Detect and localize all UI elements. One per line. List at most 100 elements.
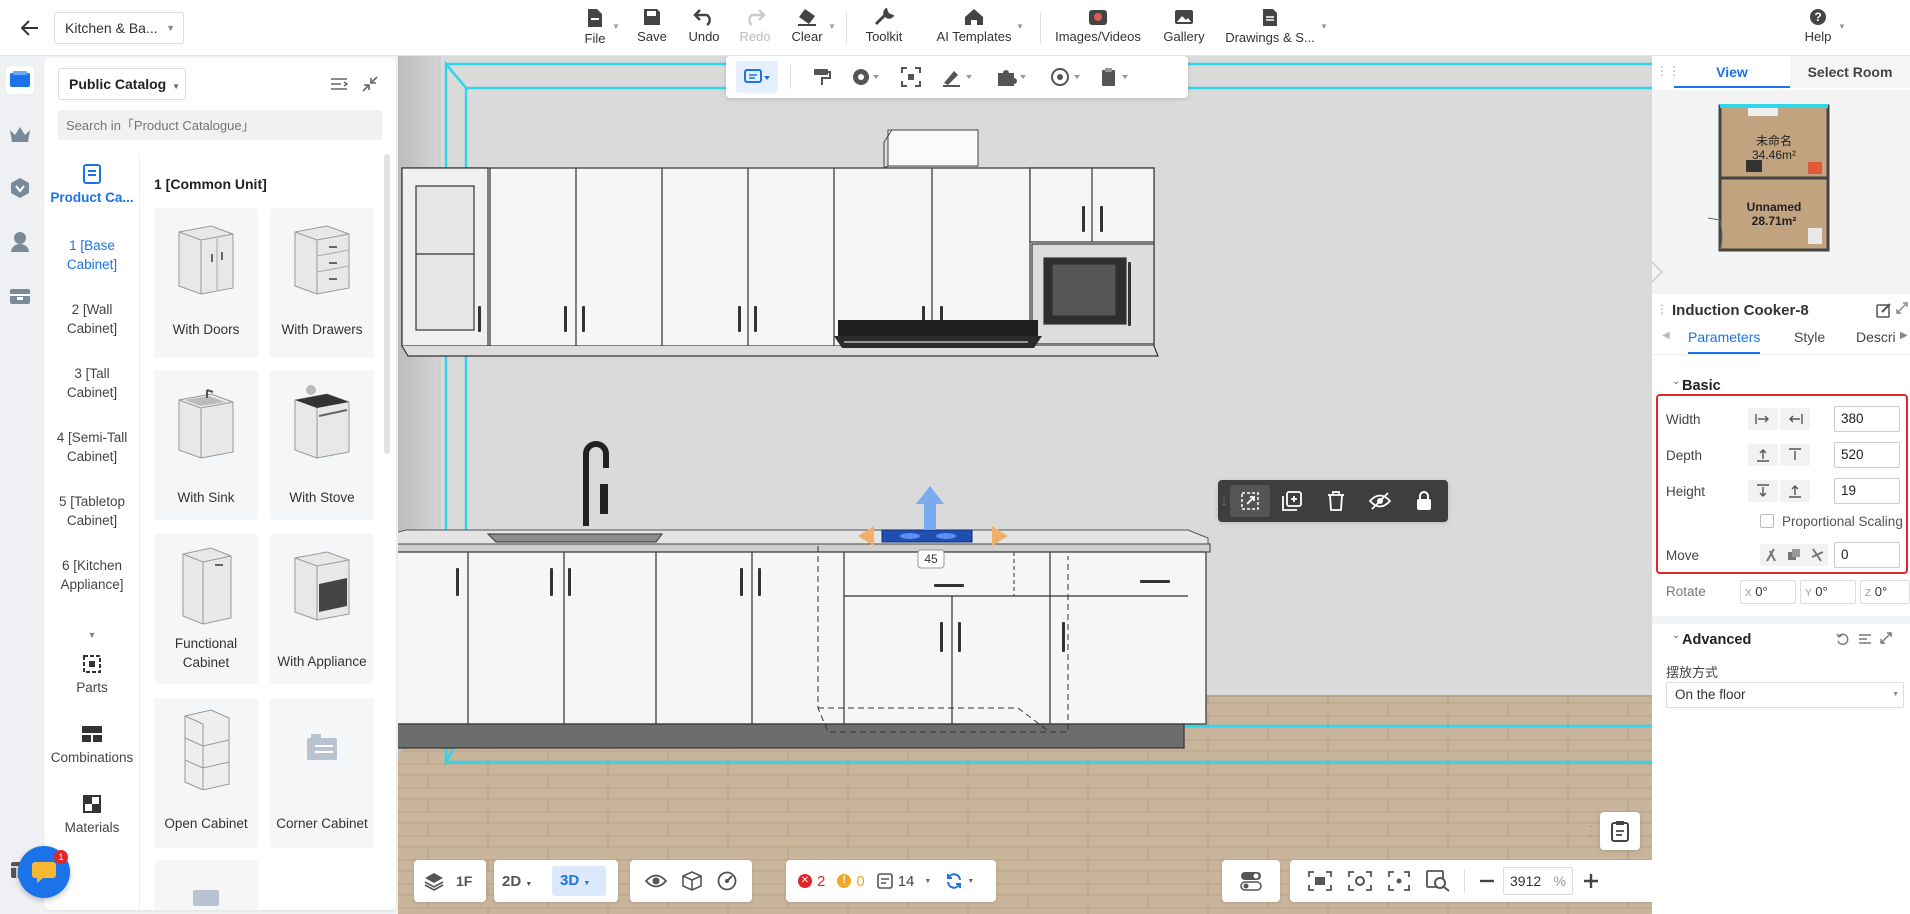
width-extend-right-icon[interactable] [1748,408,1778,430]
catalog-item-with-doors[interactable]: With Doors [154,208,258,358]
tab-scroll-right-icon[interactable]: ▶ [1900,330,1908,341]
nav-category-3[interactable]: 3 [Tall Cabinet] [44,364,140,402]
toggle-settings-button[interactable] [1222,860,1280,902]
3d-viewport[interactable]: 45 ⋮ ⋮ [398,56,1652,914]
drag-handle-icon[interactable]: ⋮ [1582,814,1600,848]
help-button[interactable]: ? Help [1802,8,1834,50]
zoom-out-icon[interactable] [1479,873,1495,889]
resize-icon[interactable] [1230,485,1270,517]
width-extend-left-icon[interactable] [1780,408,1810,430]
tab-view[interactable]: View [1674,56,1790,88]
hide-icon[interactable] [1358,492,1402,510]
badge-icon[interactable] [6,174,34,202]
rotate-y-input[interactable]: Y 0° [1800,580,1856,604]
zoom-search-icon[interactable] [1426,870,1450,892]
move-direction-buttons[interactable] [1760,544,1828,566]
proportional-scaling-checkbox[interactable] [1760,514,1774,528]
depth-extend-front-icon[interactable] [1780,444,1810,466]
collapse-list-icon[interactable] [330,76,348,92]
depth-input[interactable]: 520 [1834,442,1900,468]
clear-caret-icon[interactable]: ▼ [828,22,836,31]
height-input[interactable]: 19 [1834,478,1900,504]
paint-roller-icon[interactable] [803,67,841,87]
move-left-icon[interactable] [1764,548,1778,562]
crown-icon[interactable] [6,120,34,148]
nav-combinations[interactable]: Combinations [44,724,140,767]
room-label-2[interactable]: Unnamed 28.71m² [1728,200,1820,228]
gallery-button[interactable]: Gallery [1160,8,1208,50]
lock-icon[interactable] [1402,491,1446,511]
catalog-nav-icon[interactable] [6,66,34,94]
nav-category-6[interactable]: 6 [Kitchen Appliance] [44,556,140,594]
gauge-icon[interactable] [717,871,737,891]
room-label-1[interactable]: 未命名 34.46m² [1728,134,1820,162]
edit-icon[interactable] [1876,302,1892,318]
back-arrow-icon[interactable] [14,14,46,42]
target-icon[interactable] [1039,67,1093,87]
nav-materials[interactable]: Materials [44,794,140,837]
collapse-chevron-icon[interactable]: ⌄ [1672,376,1680,387]
tab-scroll-left-icon[interactable]: ◀ [1662,330,1670,341]
storage-icon[interactable] [6,282,34,310]
nav-product-catalog[interactable]: Product Ca... [44,164,140,207]
subtab-parameters[interactable]: Parameters [1688,324,1761,354]
catalog-item-functional-cabinet[interactable]: Functional Cabinet [154,534,258,684]
catalog-item-with-appliance[interactable]: With Appliance [270,534,374,684]
minimize-icon[interactable] [362,76,378,92]
toolkit-button[interactable]: Toolkit [862,8,906,50]
catalog-item-with-sink[interactable]: With Sink [154,370,258,520]
catalog-item-with-stove[interactable]: With Stove [270,370,374,520]
floor-selector[interactable]: 1F [414,860,486,902]
floorplan-map[interactable]: 未命名 34.46m² Unnamed 28.71m² [1652,90,1910,288]
select-tool-icon[interactable] [736,61,778,93]
depth-extend-back-icon[interactable] [1748,444,1778,466]
move-center-icon[interactable] [1787,548,1801,562]
item-count[interactable]: 14 [898,873,915,890]
placement-dropdown[interactable]: On the floor ▼ [1666,682,1904,708]
clipboard-icon[interactable] [1093,67,1137,87]
nav-category-1[interactable]: 1 [Base Cabinet] [44,236,140,274]
chevron-down-icon[interactable]: ▼ [967,878,974,885]
catalog-item-partial[interactable] [154,860,258,910]
file-button[interactable]: File [578,8,612,50]
drag-handle-icon[interactable]: ⋮ [1218,496,1230,507]
focus-frame-icon[interactable] [891,67,931,87]
catalog-item-open-cabinet[interactable]: Open Cabinet [154,698,258,848]
redo-button[interactable]: Redo [738,8,772,50]
mode-3d-button[interactable]: 3D ▼ [552,866,606,896]
eye-icon[interactable] [645,873,668,889]
width-input[interactable]: 380 [1834,406,1900,432]
drawings-button[interactable]: Drawings & S... [1222,8,1318,50]
catalog-search-input[interactable] [58,110,382,140]
help-caret-icon[interactable]: ▼ [1838,22,1846,31]
height-extend-up-icon[interactable] [1780,480,1810,502]
clipboard-button[interactable] [1600,812,1640,850]
move-input[interactable]: 0 [1834,542,1900,568]
rotate-x-input[interactable]: X 0° [1740,580,1796,604]
scroll-down-icon[interactable]: ▼ [44,626,140,645]
file-caret-icon[interactable]: ▼ [612,22,620,31]
tab-select-room[interactable]: Select Room [1790,56,1910,88]
height-extend-down-icon[interactable] [1748,480,1778,502]
chat-notification-button[interactable]: 1 [18,846,70,898]
zoom-input[interactable]: 3912 % [1503,867,1573,895]
nav-parts[interactable]: Parts [44,654,140,697]
cube-icon[interactable] [682,871,702,891]
nav-category-4[interactable]: 4 [Semi-Tall Cabinet] [44,428,140,466]
material-brush-icon[interactable] [841,67,891,87]
camera-settings-icon[interactable] [1348,871,1372,891]
zoom-in-icon[interactable] [1583,873,1599,889]
drawings-caret-icon[interactable]: ▼ [1320,22,1328,31]
move-right-icon[interactable] [1810,548,1824,562]
pen-tool-icon[interactable] [931,67,985,87]
warning-count[interactable]: 0 [856,873,864,890]
chevron-down-icon[interactable]: ▼ [924,878,931,885]
list-settings-icon[interactable] [1858,632,1872,646]
error-count[interactable]: 2 [817,873,825,890]
nav-category-2[interactable]: 2 [Wall Cabinet] [44,300,140,338]
undo-button[interactable]: Undo [686,8,722,50]
nav-category-5[interactable]: 5 [Tabletop Cabinet] [44,492,140,530]
catalog-selector[interactable]: Public Catalog ▼ [58,68,186,100]
subtab-style[interactable]: Style [1794,324,1825,350]
expand-icon[interactable] [1896,302,1908,314]
